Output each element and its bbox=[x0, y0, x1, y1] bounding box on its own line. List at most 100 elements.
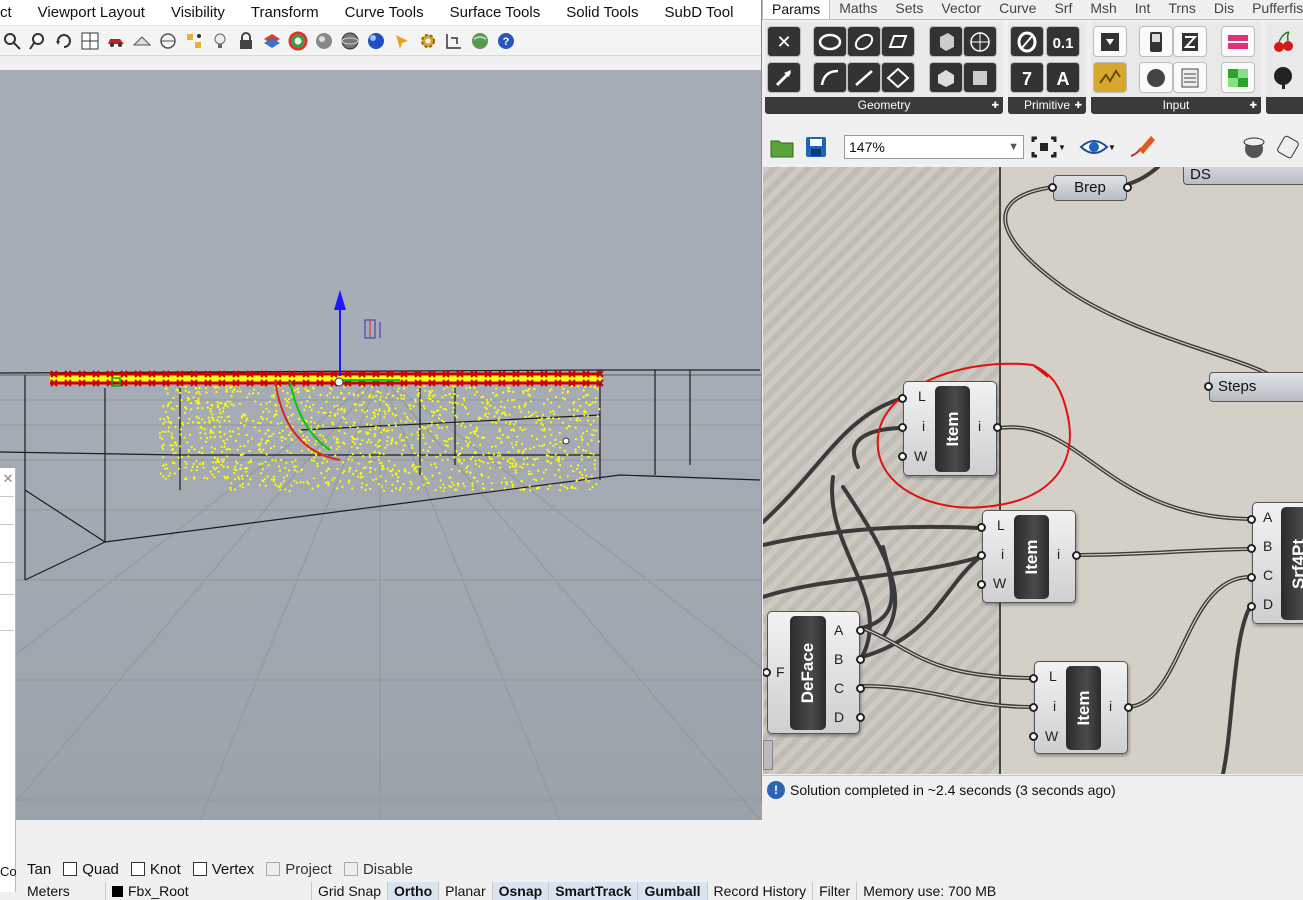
input-gradient-icon[interactable] bbox=[1221, 26, 1255, 57]
param-boolean-icon[interactable] bbox=[1010, 26, 1044, 57]
input-pin[interactable] bbox=[1247, 602, 1256, 611]
osnap-disable[interactable]: Disable bbox=[343, 861, 413, 878]
perspective-viewport[interactable] bbox=[0, 70, 762, 820]
grasshopper-canvas[interactable]: Brep DS Steps L i W Item i L i W Item i … bbox=[763, 167, 1303, 774]
preview-wire-icon[interactable] bbox=[1272, 132, 1303, 162]
sphere-rendered-icon[interactable] bbox=[364, 29, 387, 52]
input-pin[interactable] bbox=[1204, 382, 1213, 391]
menu-item-solid-tools[interactable]: Solid Tools bbox=[553, 4, 651, 21]
points-icon[interactable] bbox=[182, 29, 205, 52]
input-import-icon[interactable] bbox=[1093, 26, 1127, 57]
param-number-icon[interactable]: 0.1 bbox=[1046, 26, 1080, 57]
layer-field[interactable]: Fbx_Root bbox=[105, 882, 311, 900]
osnap-vertex[interactable]: Vertex bbox=[192, 861, 254, 878]
param-mesh-icon[interactable] bbox=[963, 26, 997, 57]
grid-icon[interactable] bbox=[78, 29, 101, 52]
tab-srf[interactable]: Srf bbox=[1045, 0, 1081, 19]
sketch-pen-icon[interactable] bbox=[1126, 132, 1158, 162]
osnap-checkbox[interactable] bbox=[343, 862, 358, 876]
input-pin[interactable] bbox=[1048, 183, 1057, 192]
toggle-record-history[interactable]: Record History bbox=[706, 882, 813, 900]
input-pin[interactable] bbox=[1247, 515, 1256, 524]
tab-pufferfish[interactable]: Pufferfis bbox=[1243, 0, 1303, 19]
param-vector-icon[interactable] bbox=[767, 62, 801, 93]
tab-dis[interactable]: Dis bbox=[1205, 0, 1243, 19]
input-pin[interactable] bbox=[898, 394, 907, 403]
open-file-icon[interactable] bbox=[766, 132, 798, 162]
rotate-view-icon[interactable] bbox=[52, 29, 75, 52]
ribbon-footer-primitive[interactable]: Primitive ✚ bbox=[1008, 97, 1086, 114]
menu-item-viewport-layout[interactable]: Viewport Layout bbox=[25, 4, 158, 21]
expand-icon[interactable]: ✚ bbox=[1249, 97, 1257, 114]
output-pin[interactable] bbox=[856, 684, 865, 693]
menu-item-visibility[interactable]: Visibility bbox=[158, 4, 238, 21]
param-arc-icon[interactable] bbox=[813, 62, 847, 93]
ribbon-footer-geometry[interactable]: Geometry ✚ bbox=[765, 97, 1003, 114]
osnap-checkbox[interactable] bbox=[266, 862, 281, 876]
output-pin[interactable] bbox=[1072, 551, 1081, 560]
save-file-icon[interactable] bbox=[800, 132, 832, 162]
tab-sets[interactable]: Sets bbox=[886, 0, 932, 19]
brep-param[interactable]: Brep bbox=[1048, 175, 1132, 201]
output-pin[interactable] bbox=[856, 713, 865, 722]
param-text-icon[interactable]: A bbox=[1046, 62, 1080, 93]
input-toggle-icon[interactable] bbox=[1139, 26, 1173, 57]
zoom-dropdown[interactable]: 147% ▼ bbox=[844, 135, 1024, 159]
light-bulb-icon[interactable] bbox=[208, 29, 231, 52]
param-null-icon[interactable]: ✕ bbox=[767, 26, 801, 57]
input-pin[interactable] bbox=[977, 580, 986, 589]
osnap-checkbox[interactable] bbox=[63, 862, 78, 876]
list-item-component[interactable]: L i W Item i bbox=[1029, 661, 1133, 754]
toggle-grid-snap[interactable]: Grid Snap bbox=[311, 882, 387, 900]
help-icon[interactable]: ? bbox=[494, 29, 517, 52]
input-pin[interactable] bbox=[977, 523, 986, 532]
zoom-window-icon[interactable] bbox=[26, 29, 49, 52]
param-brep-icon[interactable] bbox=[929, 26, 963, 57]
surface-4-point-component[interactable]: A B C D Srf4Pt bbox=[1247, 502, 1303, 624]
expand-icon[interactable]: ✚ bbox=[1074, 97, 1082, 114]
input-pin[interactable] bbox=[1247, 573, 1256, 582]
toggle-ortho[interactable]: Ortho bbox=[387, 882, 439, 900]
param-circle-icon[interactable] bbox=[813, 26, 847, 57]
input-slider-icon[interactable] bbox=[1173, 26, 1207, 57]
menu-item-partial[interactable]: ct bbox=[0, 4, 25, 21]
toggle-osnap[interactable]: Osnap bbox=[491, 882, 549, 900]
list-item-component[interactable]: L i W Item i bbox=[977, 510, 1081, 603]
output-pin[interactable] bbox=[856, 626, 865, 635]
osnap-checkbox[interactable] bbox=[130, 862, 145, 876]
layer-icon[interactable] bbox=[260, 29, 283, 52]
close-icon[interactable]: ✕ bbox=[0, 470, 16, 488]
perspective-icon[interactable] bbox=[130, 29, 153, 52]
tab-curve[interactable]: Curve bbox=[990, 0, 1045, 19]
dimension-icon[interactable] bbox=[442, 29, 465, 52]
lock-icon[interactable] bbox=[234, 29, 257, 52]
ds-param[interactable]: DS bbox=[1183, 167, 1303, 185]
input-swatch-icon[interactable] bbox=[1221, 62, 1255, 93]
input-pin[interactable] bbox=[1247, 544, 1256, 553]
ribbon-footer-input[interactable]: Input ✚ bbox=[1091, 97, 1261, 114]
target-icon[interactable] bbox=[156, 29, 179, 52]
osnap-tan[interactable]: Tan bbox=[27, 861, 51, 878]
param-box-icon[interactable] bbox=[929, 62, 963, 93]
input-pin[interactable] bbox=[977, 551, 986, 560]
input-pin[interactable] bbox=[898, 423, 907, 432]
param-line-icon[interactable] bbox=[847, 62, 881, 93]
toggle-filter[interactable]: Filter bbox=[812, 882, 856, 900]
osnap-checkbox[interactable] bbox=[192, 862, 207, 876]
output-pin[interactable] bbox=[1123, 183, 1132, 192]
input-pin[interactable] bbox=[898, 452, 907, 461]
car-icon[interactable] bbox=[104, 29, 127, 52]
deconstruct-face-component[interactable]: F DeFace A B C D bbox=[763, 611, 865, 734]
tab-vector[interactable]: Vector bbox=[932, 0, 990, 19]
param-plane-icon[interactable] bbox=[881, 62, 915, 93]
output-pin[interactable] bbox=[993, 423, 1002, 432]
input-pin[interactable] bbox=[1029, 703, 1038, 712]
list-item-component[interactable]: L i W Item i bbox=[898, 381, 1002, 476]
tab-int[interactable]: Int bbox=[1126, 0, 1160, 19]
input-pin[interactable] bbox=[1029, 674, 1038, 683]
ribbon-footer-plugin[interactable] bbox=[1266, 97, 1303, 114]
input-graph-icon[interactable] bbox=[1093, 62, 1127, 93]
scrollbar-thumb[interactable] bbox=[763, 740, 773, 770]
tree-icon[interactable] bbox=[1266, 62, 1300, 93]
tab-params[interactable]: Params bbox=[762, 0, 831, 19]
